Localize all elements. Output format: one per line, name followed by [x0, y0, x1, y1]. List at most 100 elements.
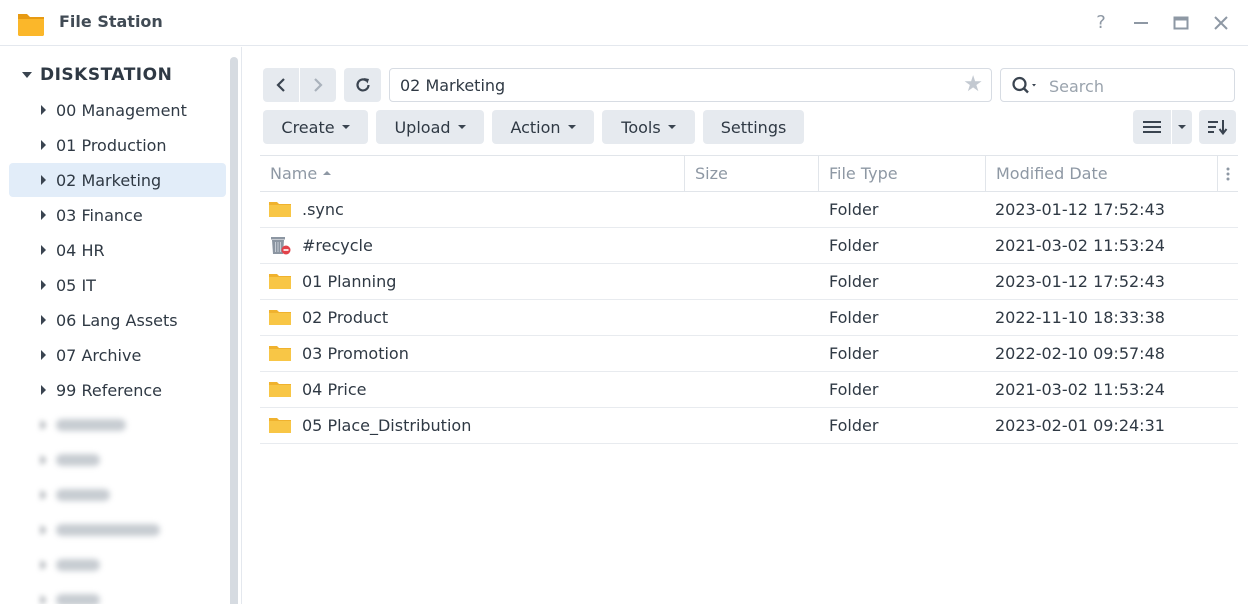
back-button[interactable] [263, 68, 299, 102]
caret-right-icon[interactable] [41, 280, 46, 290]
sidebar-item-04-hr[interactable]: 04 HR [9, 233, 226, 267]
caret-right-icon[interactable] [41, 175, 46, 185]
dropdown-arrow-icon [341, 125, 350, 129]
view-mode-dropdown[interactable] [1172, 110, 1192, 144]
window-title: File Station [59, 12, 163, 31]
table-row[interactable]: 05 Place_Distribution Folder 2023-02-01 … [260, 408, 1238, 444]
caret-right-icon[interactable] [41, 245, 46, 255]
file-name: #recycle [302, 236, 373, 255]
table-row[interactable]: #recycle Folder 2021-03-02 11:53:24 [260, 228, 1238, 264]
file-type: Folder [829, 380, 879, 399]
caret-right-icon[interactable] [41, 350, 46, 360]
sidebar-scrollbar[interactable] [230, 57, 238, 604]
sidebar-item-redacted[interactable] [9, 408, 226, 442]
sidebar-item-00-management[interactable]: 00 Management [9, 93, 226, 127]
file-list-table: Name Size File Type Modified Date .sync … [260, 155, 1238, 444]
caret-down-icon[interactable] [22, 72, 32, 78]
caret-right-icon[interactable] [41, 560, 46, 570]
sidebar-item-03-finance[interactable]: 03 Finance [9, 198, 226, 232]
tools-button[interactable]: Tools [602, 110, 695, 144]
list-view-button[interactable] [1133, 110, 1171, 144]
sidebar-item-redacted[interactable] [9, 583, 226, 604]
file-name: 02 Product [302, 308, 389, 327]
file-type: Folder [829, 344, 879, 363]
sidebar-item-05-it[interactable]: 05 IT [9, 268, 226, 302]
table-row[interactable]: .sync Folder 2023-01-12 17:52:43 [260, 192, 1238, 228]
file-name: 01 Planning [302, 272, 397, 291]
column-header-size[interactable]: Size [685, 156, 819, 192]
column-header-label: File Type [829, 164, 898, 183]
modified-date: 2021-03-02 11:53:24 [995, 380, 1165, 399]
path-field[interactable]: 02 Marketing ★ [389, 68, 992, 102]
modified-date: 2022-02-10 09:57:48 [995, 344, 1165, 363]
folder-icon [269, 382, 291, 397]
sidebar-item-06-lang-assets[interactable]: 06 Lang Assets [9, 303, 226, 337]
sort-ascending-icon [323, 170, 332, 175]
dropdown-arrow-icon [567, 125, 576, 129]
caret-right-icon[interactable] [41, 455, 46, 465]
modified-date: 2021-03-02 11:53:24 [995, 236, 1165, 255]
sidebar-item-redacted[interactable] [9, 513, 226, 547]
table-row[interactable]: 04 Price Folder 2021-03-02 11:53:24 [260, 372, 1238, 408]
table-header: Name Size File Type Modified Date [260, 155, 1238, 192]
file-station-app-icon [18, 14, 44, 36]
search-input[interactable] [1049, 75, 1229, 97]
file-type: Folder [829, 416, 879, 435]
sidebar-item-07-archive[interactable]: 07 Archive [9, 338, 226, 372]
sort-button[interactable] [1199, 110, 1236, 144]
refresh-button[interactable] [344, 68, 381, 102]
settings-button[interactable]: Settings [703, 110, 804, 144]
search-icon[interactable] [1011, 75, 1043, 97]
file-type: Folder [829, 272, 879, 291]
folder-icon [269, 274, 291, 289]
column-header-file-type[interactable]: File Type [819, 156, 986, 192]
caret-right-icon[interactable] [41, 105, 46, 115]
sidebar-item-99-reference[interactable]: 99 Reference [9, 373, 226, 407]
file-name: 04 Price [302, 380, 367, 399]
caret-right-icon[interactable] [41, 490, 46, 500]
action-button[interactable]: Action [492, 110, 594, 144]
table-row[interactable]: 02 Product Folder 2022-11-10 18:33:38 [260, 300, 1238, 336]
file-type: Folder [829, 308, 879, 327]
file-name: 05 Place_Distribution [302, 416, 472, 435]
sidebar-item-redacted[interactable] [9, 443, 226, 477]
sidebar-item-label: 03 Finance [56, 205, 143, 225]
column-header-name[interactable]: Name [260, 156, 685, 192]
tree-root-label: DISKSTATION [40, 65, 173, 85]
sidebar-item-redacted[interactable] [9, 478, 226, 512]
column-header-modified-date[interactable]: Modified Date [986, 156, 1218, 192]
caret-right-icon[interactable] [41, 595, 46, 604]
list-view-icon [1143, 121, 1161, 133]
help-icon[interactable]: ? [1089, 11, 1113, 35]
folder-icon [269, 310, 291, 325]
minimize-icon[interactable] [1129, 11, 1153, 35]
chevron-left-icon [276, 78, 285, 92]
caret-right-icon[interactable] [41, 315, 46, 325]
sidebar-item-label: 04 HR [56, 240, 105, 260]
redacted-label [56, 454, 100, 466]
star-icon[interactable]: ★ [963, 72, 983, 97]
create-button[interactable]: Create [263, 110, 368, 144]
caret-right-icon[interactable] [41, 525, 46, 535]
caret-right-icon[interactable] [41, 385, 46, 395]
caret-right-icon[interactable] [41, 420, 46, 430]
upload-button[interactable]: Upload [376, 110, 484, 144]
chevron-right-icon [314, 78, 323, 92]
caret-right-icon[interactable] [41, 210, 46, 220]
caret-right-icon[interactable] [41, 140, 46, 150]
close-icon[interactable] [1209, 11, 1233, 35]
tree-root-diskstation[interactable]: DISKSTATION [22, 64, 172, 86]
sidebar-item-01-production[interactable]: 01 Production [9, 128, 226, 162]
file-type: Folder [829, 236, 879, 255]
create-button-label: Create [281, 117, 335, 137]
sidebar-item-redacted[interactable] [9, 548, 226, 582]
search-box[interactable] [1000, 68, 1235, 102]
sidebar-item-label: 00 Management [56, 100, 187, 120]
column-options-icon[interactable] [1218, 156, 1238, 192]
table-row[interactable]: 01 Planning Folder 2023-01-12 17:52:43 [260, 264, 1238, 300]
maximize-icon[interactable] [1169, 11, 1193, 35]
forward-button[interactable] [300, 68, 336, 102]
redacted-label [56, 524, 160, 536]
table-row[interactable]: 03 Promotion Folder 2022-02-10 09:57:48 [260, 336, 1238, 372]
sidebar-item-02-marketing[interactable]: 02 Marketing [9, 163, 226, 197]
